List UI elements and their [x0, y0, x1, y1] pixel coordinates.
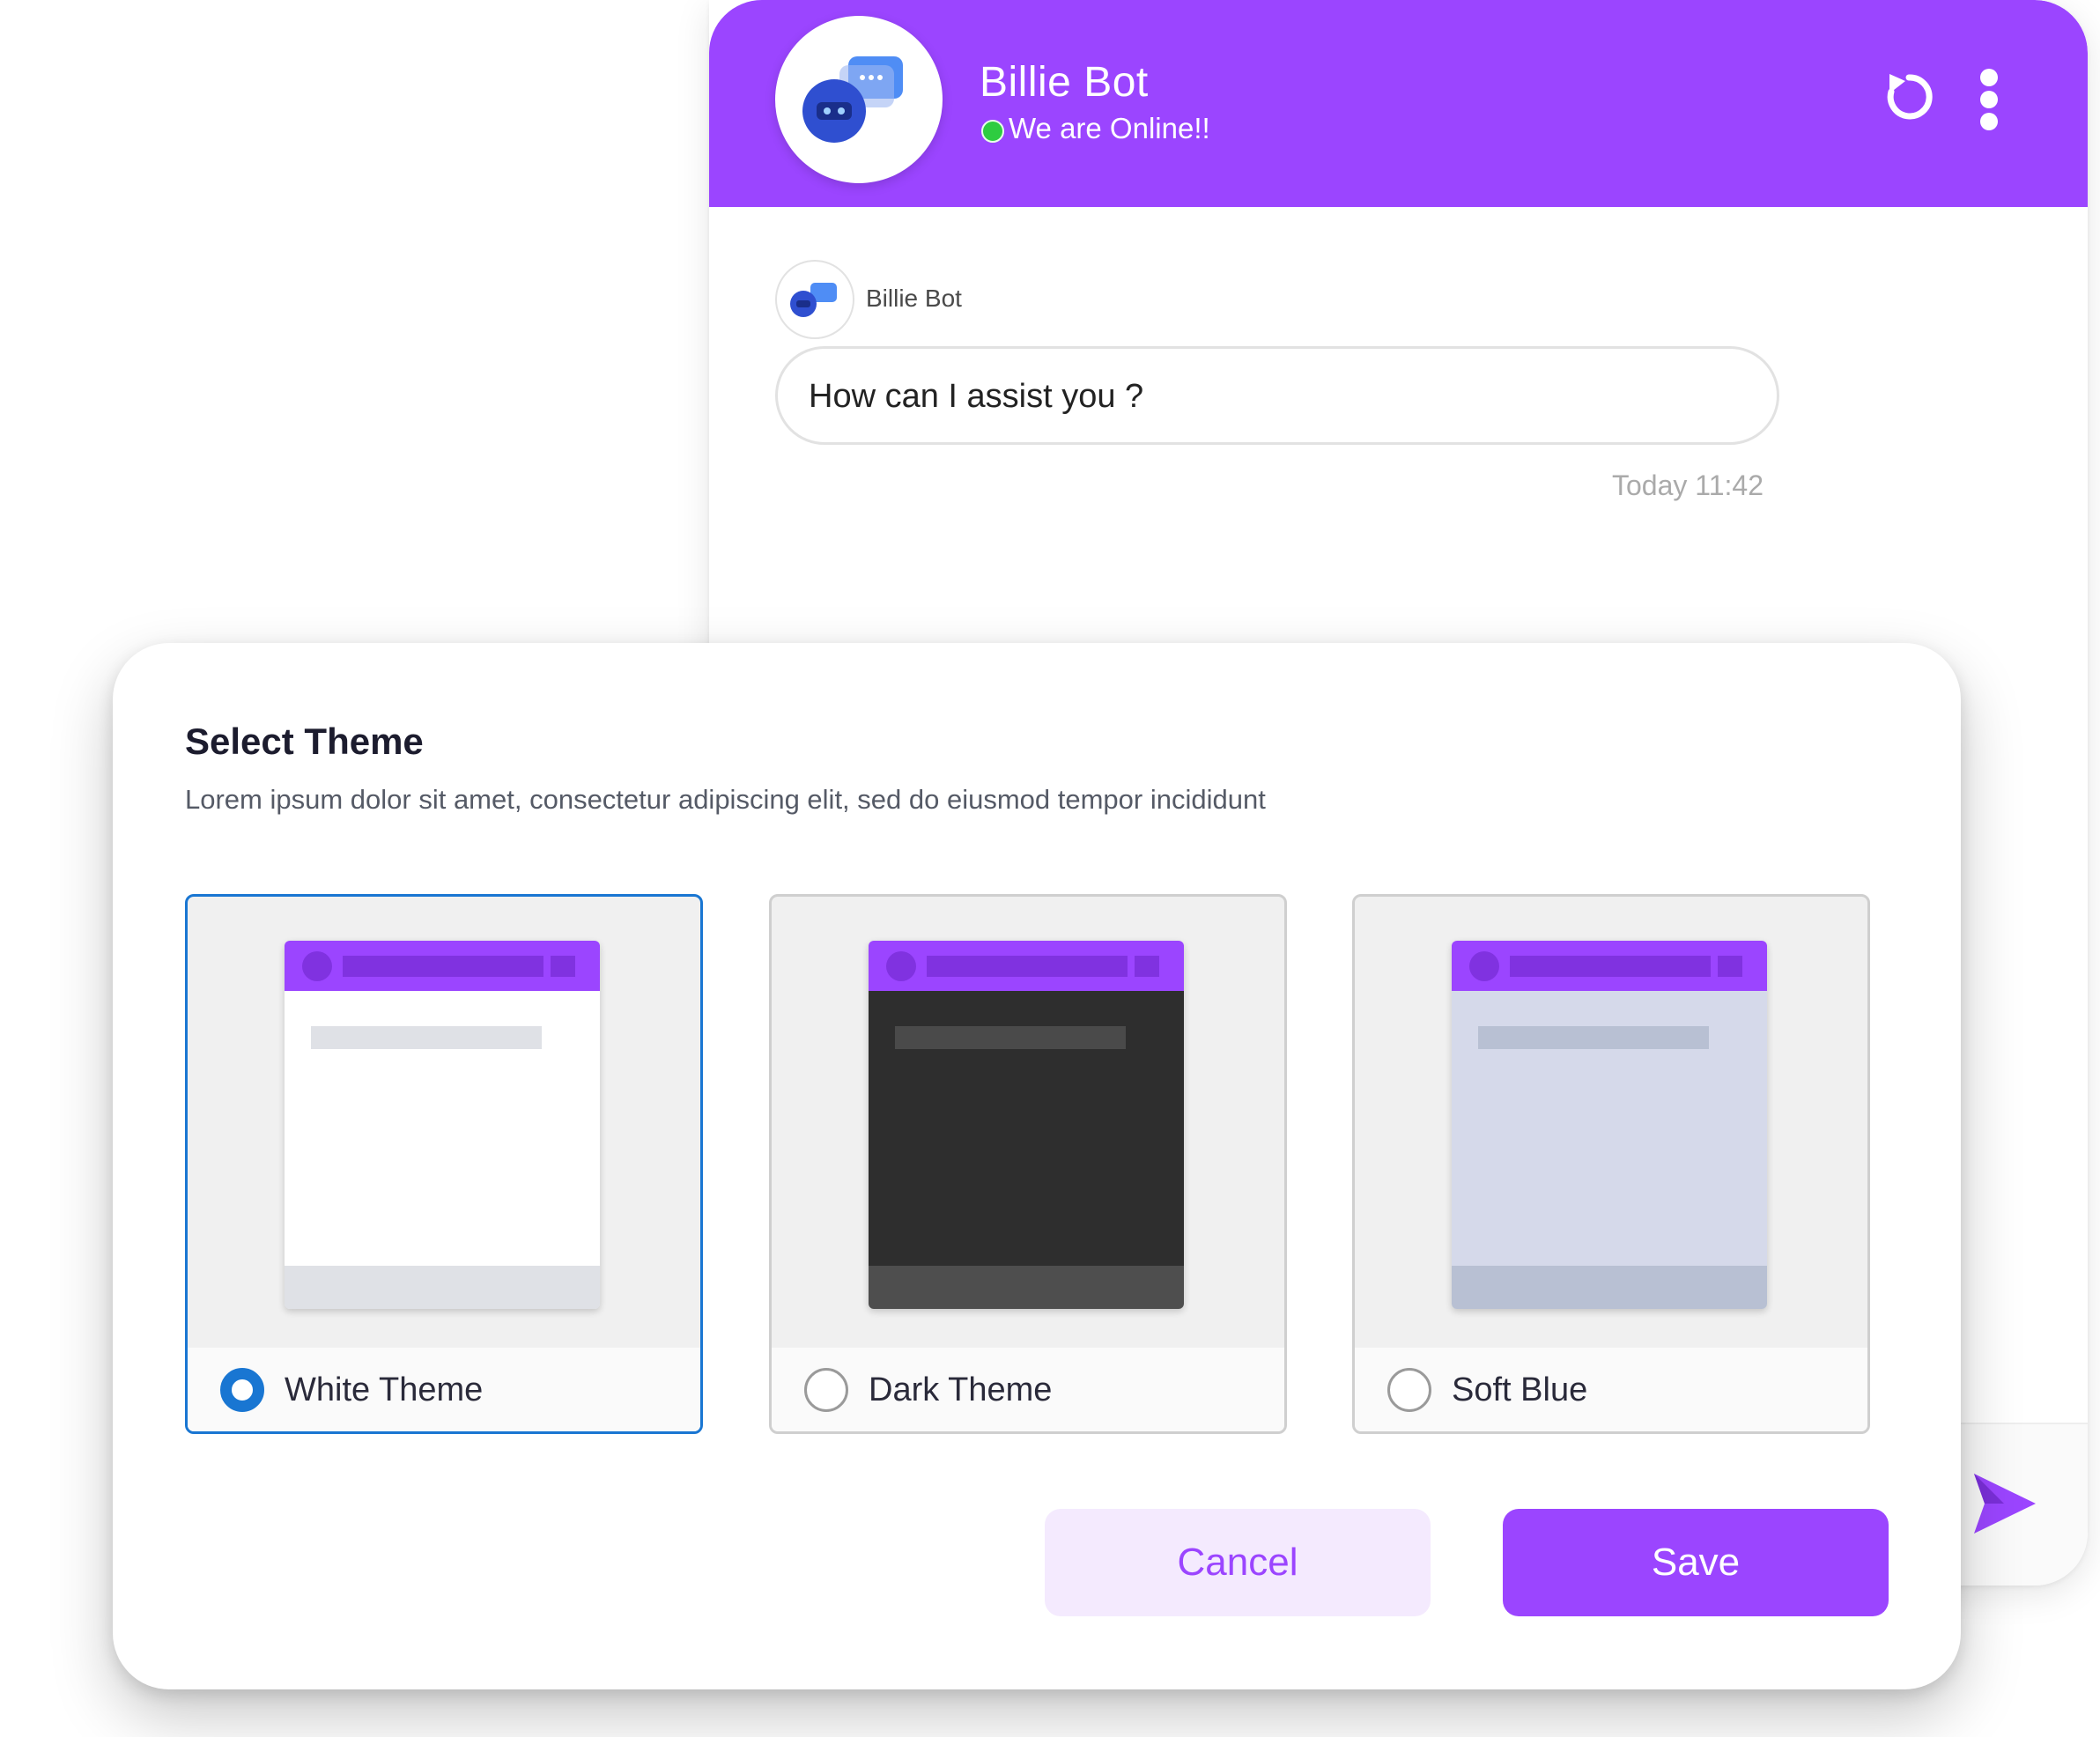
preview-message-line: [895, 1026, 1126, 1049]
message-bubble: How can I assist you ?: [775, 346, 1779, 445]
preview-header: [869, 941, 1184, 991]
theme-radio-button[interactable]: [1387, 1368, 1431, 1412]
chatbot-icon: [802, 56, 903, 143]
theme-preview: [285, 941, 600, 1309]
send-icon: [1974, 1474, 2036, 1534]
theme-label: Soft Blue: [1452, 1371, 1588, 1408]
save-button[interactable]: Save: [1503, 1509, 1889, 1616]
preview-message-line: [1478, 1026, 1709, 1049]
theme-radio-button[interactable]: [804, 1368, 848, 1412]
more-options-button[interactable]: [1978, 69, 2000, 130]
message-timestamp: Today 11:42: [1612, 469, 1764, 501]
cancel-button[interactable]: Cancel: [1045, 1509, 1431, 1616]
select-theme-dialog: Select Theme Lorem ipsum dolor sit amet,…: [113, 643, 1961, 1689]
theme-card-footer: White Theme: [188, 1348, 700, 1431]
theme-option-card[interactable]: Soft Blue: [1352, 894, 1870, 1434]
preview-avatar: [302, 951, 332, 981]
send-button[interactable]: [1969, 1468, 2039, 1539]
preview-title-bar: [927, 956, 1128, 977]
preview-title-bar: [343, 956, 543, 977]
theme-preview: [1452, 941, 1767, 1309]
preview-header: [285, 941, 600, 991]
message-avatar: [775, 260, 854, 339]
preview-title-bar: [1510, 956, 1711, 977]
chatbot-icon: [790, 283, 837, 317]
theme-label: Dark Theme: [869, 1371, 1053, 1408]
theme-card-footer: Soft Blue: [1355, 1348, 1867, 1431]
theme-preview: [869, 941, 1184, 1309]
preview-avatar: [1469, 951, 1499, 981]
theme-option-card[interactable]: White Theme: [185, 894, 703, 1434]
refresh-icon: [1887, 74, 1933, 120]
online-status-text: We are Online!!: [1009, 112, 1210, 144]
message-sender: Billie Bot: [866, 285, 962, 312]
preview-body: [869, 991, 1184, 1266]
more-vertical-icon: [1978, 69, 2000, 130]
theme-option-card[interactable]: Dark Theme: [769, 894, 1287, 1434]
dialog-title: Select Theme: [185, 721, 424, 762]
theme-card-footer: Dark Theme: [772, 1348, 1284, 1431]
chat-header: Billie Bot We are Online!!: [709, 0, 2088, 207]
theme-label: White Theme: [285, 1371, 484, 1408]
preview-message-line: [311, 1026, 542, 1049]
message-text: How can I assist you ?: [809, 378, 1144, 415]
preview-header-icon: [551, 956, 575, 977]
preview-footer: [869, 1266, 1184, 1309]
theme-radio-button[interactable]: [220, 1368, 264, 1412]
bot-avatar: [775, 16, 943, 183]
refresh-button[interactable]: [1881, 69, 1937, 125]
preview-body: [285, 991, 600, 1266]
preview-footer: [285, 1266, 600, 1309]
bot-name: Billie Bot: [980, 59, 1149, 106]
preview-header: [1452, 941, 1767, 991]
online-status-dot: [981, 120, 1004, 143]
preview-header-icon: [1135, 956, 1159, 977]
preview-header-icon: [1718, 956, 1742, 977]
preview-footer: [1452, 1266, 1767, 1309]
preview-body: [1452, 991, 1767, 1266]
preview-avatar: [886, 951, 916, 981]
dialog-description: Lorem ipsum dolor sit amet, consectetur …: [185, 784, 1266, 815]
